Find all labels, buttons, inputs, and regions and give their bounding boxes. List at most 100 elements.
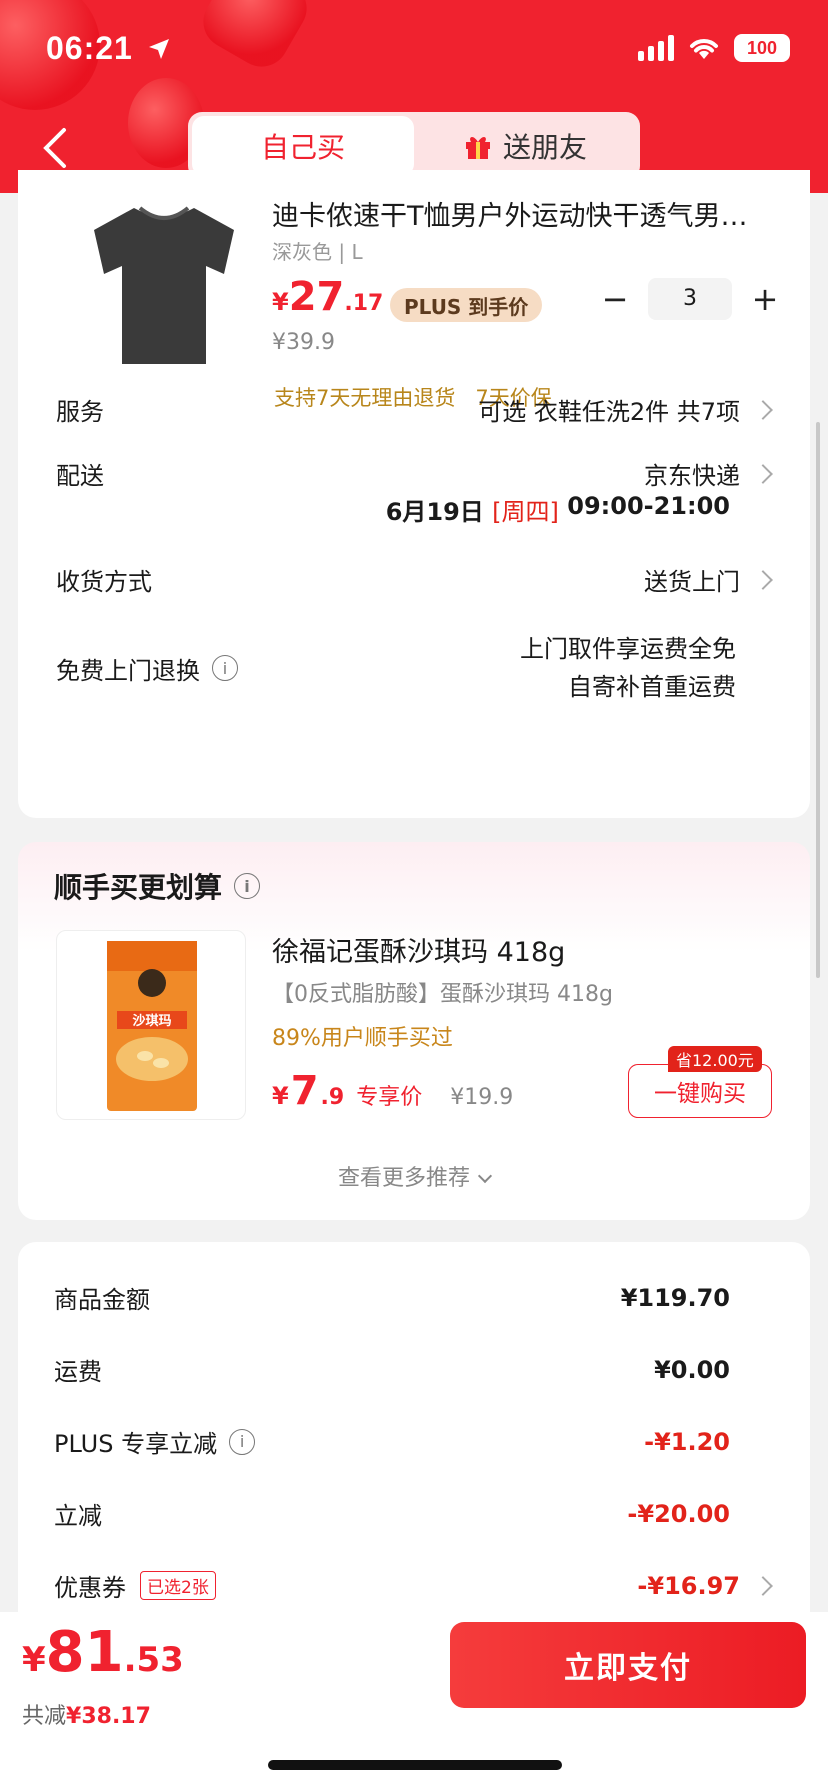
receive-value: 送货上门 [644,568,740,596]
product-price: ¥ 27 .17 [272,274,383,320]
goods-amount-value: ¥119.70 [620,1283,730,1312]
location-arrow-icon [148,39,169,59]
total-saved: 共减¥38.17 [22,1698,151,1730]
delivery-time: 6月19日 [周四] 09:00-21:00 [56,492,730,527]
free-return-line1: 上门取件享运费全免 [520,635,736,663]
pay-now-button[interactable]: 立即支付 [450,1622,806,1708]
coupon-count-badge: 已选2张 [140,1571,216,1600]
order-item-card: 迪卡侬速干T恤男户外运动快干透气男… 深灰色 | L ¥ 27 .17 PLUS… [18,170,810,818]
free-return-line2: 自寄补首重运费 [568,673,736,701]
chevron-right-icon [753,399,773,420]
instant-discount-row: 立减 -¥20.00 [54,1496,730,1531]
price-decimal: .17 [344,291,384,316]
plus-discount-row: PLUS 专享立减 i -¥1.20 [54,1424,730,1459]
info-icon[interactable]: i [229,1428,256,1455]
recommendation-card: 顺手买更划算 i 沙琪玛 徐福记蛋酥沙琪玛 418g 【0反式脂肪酸】蛋酥沙琪玛… [18,842,810,1220]
coupon-label: 优惠券 [54,1574,126,1602]
save-amount-badge: 省12.00元 [668,1046,762,1072]
chevron-down-icon [477,1168,493,1184]
delivery-window: 09:00-21:00 [558,492,730,520]
recommend-bought-rate: 89%用户顺手买过 [272,1026,453,1051]
coupon-row[interactable]: 优惠券 已选2张 -¥16.97 [54,1568,773,1603]
saved-label: 共减 [22,1704,67,1729]
coupon-value: -¥16.97 [637,1571,740,1600]
product-spec[interactable]: 深灰色 | L [272,236,363,265]
service-label: 服务 [56,398,104,426]
receive-method-row[interactable]: 收货方式 送货上门 [56,562,773,597]
shipping-label: 运费 [54,1358,102,1386]
one-click-buy-button[interactable]: 一键购买 [628,1064,772,1118]
chevron-right-icon [753,463,773,484]
service-value: 可选 衣鞋任洗2件 共7项 [478,398,740,426]
back-arrow-icon[interactable] [40,126,70,170]
signal-icon [638,35,674,61]
instant-discount-value: -¥20.00 [627,1499,730,1528]
quantity-stepper: − 3 + [600,278,780,320]
delivery-label: 配送 [56,462,104,490]
header: 06:21 100 自己买 送朋友 [0,0,828,193]
goods-amount-row: 商品金额 ¥119.70 [54,1280,730,1315]
time-text: 06:21 [46,30,133,66]
goods-amount-label: 商品金额 [54,1286,150,1314]
quantity-input[interactable]: 3 [648,278,732,320]
recommend-product-name[interactable]: 徐福记蛋酥沙琪玛 418g [272,930,565,969]
delivery-row[interactable]: 配送 京东快递 [56,456,773,491]
free-return-label: 免费上门退换 [56,656,200,685]
delivery-value: 京东快递 [644,462,740,490]
tab-send-to-friend[interactable]: 送朋友 [414,116,636,176]
free-return-row: 免费上门退换 i 上门取件享运费全免 自寄补首重运费 [56,630,770,706]
original-price: ¥39.9 [272,330,335,355]
total-decimal: .53 [123,1640,184,1680]
price-integer: 27 [288,274,345,320]
recommend-title-text: 顺手买更划算 [54,871,223,904]
receive-label: 收货方式 [56,568,152,596]
instant-discount-label: 立减 [54,1502,102,1530]
info-icon[interactable]: i [234,873,261,899]
status-icons: 100 [638,34,790,62]
product-title[interactable]: 迪卡侬速干T恤男户外运动快干透气男… [272,194,792,233]
info-icon[interactable]: i [212,655,238,681]
price-summary-card: 商品金额 ¥119.70 运费 ¥0.00 PLUS 专享立减 i -¥1.20 … [18,1242,810,1642]
tab-label: 送朋友 [502,131,587,164]
package-label: 沙琪玛 [132,1013,171,1029]
plus-button[interactable]: + [750,280,780,318]
status-time: 06:21 [46,30,171,67]
wifi-icon [690,39,718,59]
scrollbar[interactable] [816,422,820,978]
balloon-decoration [193,0,317,77]
recommend-title: 顺手买更划算 i [54,866,261,906]
chevron-right-icon [753,1575,773,1596]
total-integer: 81 [45,1620,124,1685]
tshirt-image[interactable] [74,194,254,374]
minus-button[interactable]: − [600,280,630,318]
saved-value: ¥38.17 [66,1704,151,1729]
total-currency: ¥ [22,1640,46,1680]
battery-icon: 100 [734,34,790,62]
more-recommendations-link[interactable]: 查看更多推荐 [18,1160,810,1192]
home-indicator[interactable] [268,1760,562,1770]
delivery-weekday: [周四] [492,498,559,526]
price-currency: ¥ [272,288,289,316]
total-price: ¥ 81 .53 [22,1620,184,1685]
plus-price-badge: PLUS 到手价 [390,288,543,322]
original-price: ¥19.9 [450,1085,514,1110]
price-integer: 7 [290,1068,319,1114]
recommend-product-desc: 【0反式脂肪酸】蛋酥沙琪玛 418g [272,982,613,1007]
battery-level: 100 [746,37,778,58]
plus-discount-label: PLUS 专享立减 [54,1430,218,1458]
price-decimal: .9 [320,1085,345,1110]
sachima-product-image[interactable]: 沙琪玛 [56,930,246,1120]
more-recommendations-label: 查看更多推荐 [337,1166,470,1191]
tab-label: 自己买 [260,131,345,164]
service-row[interactable]: 服务 可选 衣鞋任洗2件 共7项 [56,392,773,427]
price-currency: ¥ [272,1082,289,1110]
chevron-right-icon [753,569,773,590]
snack-package-icon: 沙琪玛 [107,941,197,1111]
tab-buy-for-self[interactable]: 自己买 [192,116,414,176]
delivery-date: 6月19日 [385,498,493,526]
shipping-value: ¥0.00 [654,1355,730,1384]
gift-icon [465,137,490,159]
recommend-price: ¥ 7 .9 专享价 ¥19.9 [272,1068,513,1114]
price-label: 专享价 [356,1085,423,1110]
shipping-row: 运费 ¥0.00 [54,1352,730,1387]
